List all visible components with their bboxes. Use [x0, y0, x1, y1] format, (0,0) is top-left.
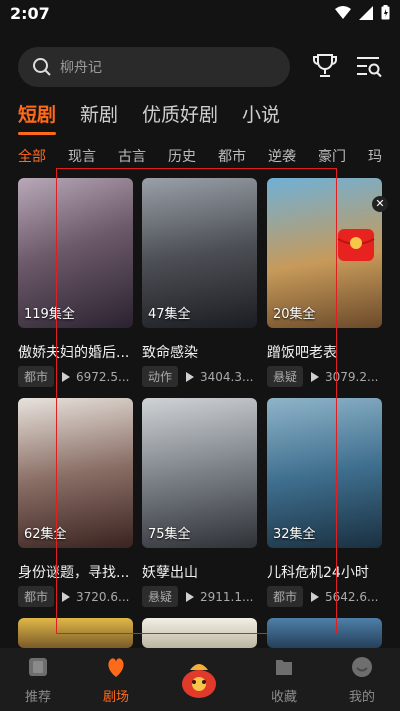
episode-count: 119集全 [24, 307, 75, 322]
close-icon[interactable]: ✕ [372, 196, 388, 212]
drama-poster[interactable] [18, 618, 133, 648]
genre-tab-more[interactable]: 玛 [368, 146, 382, 166]
play-count-icon [311, 591, 320, 602]
main-tabs: 短剧 新剧 优质好剧 小说 [18, 100, 304, 135]
search-icon [33, 58, 51, 76]
nav-recommend-label: 推荐 [24, 690, 51, 705]
signal-icon [359, 5, 373, 20]
play-count: 2911.1... [200, 589, 254, 604]
drama-title: 身份谜题，寻找... [18, 565, 130, 581]
drama-poster: 119集全 [18, 178, 133, 328]
genre-tab-modern-romance[interactable]: 现言 [68, 146, 96, 166]
drama-title: 儿科危机24小时 [267, 565, 369, 581]
drama-meta: 都市 5642.6... [267, 586, 378, 607]
drama-meta: 动作 3404.3... [142, 366, 253, 387]
drama-poster: 47集全 [142, 178, 257, 328]
drama-poster: 32集全 [267, 398, 382, 548]
status-time: 2:07 [10, 4, 50, 23]
tab-new-drama[interactable]: 新剧 [80, 100, 118, 127]
wifi-icon [335, 5, 351, 19]
category-filter-icon[interactable] [355, 54, 383, 80]
genre-tab-ancient-romance[interactable]: 古言 [118, 146, 146, 166]
nav-theater-label: 剧场 [102, 690, 129, 705]
nav-profile-label: 我的 [348, 690, 375, 705]
drama-meta: 都市 6972.5... [18, 366, 129, 387]
red-packet-icon[interactable] [334, 223, 378, 267]
bottom-nav: 推荐 剧场 收藏 我的 [0, 648, 400, 711]
status-bar: 2:07 [0, 0, 400, 28]
play-count: 3079.2... [325, 369, 379, 384]
genre-tag: 悬疑 [142, 586, 179, 607]
drama-meta: 悬疑 2911.1... [142, 586, 253, 607]
drama-poster: 75集全 [142, 398, 257, 548]
drama-title: 傲娇夫妇的婚后... [18, 345, 130, 361]
episode-count: 75集全 [148, 527, 191, 542]
episode-count: 47集全 [148, 307, 191, 322]
drama-poster[interactable] [267, 618, 382, 648]
play-count: 3404.3... [200, 369, 254, 384]
nav-favorites-label: 收藏 [270, 690, 297, 705]
drama-poster: 62集全 [18, 398, 133, 548]
episode-count: 32集全 [273, 527, 316, 542]
drama-meta: 悬疑 3079.2... [267, 366, 378, 387]
play-count-icon [311, 371, 320, 382]
genre-tab-all[interactable]: 全部 [18, 146, 46, 166]
theater-icon [108, 658, 124, 677]
genre-tag: 动作 [142, 366, 179, 387]
play-count-icon [62, 591, 71, 602]
tab-novel[interactable]: 小说 [242, 100, 280, 127]
lucky-bag-icon[interactable] [176, 654, 222, 700]
drama-title: 致命感染 [142, 345, 198, 361]
drama-meta: 都市 3720.6... [18, 586, 129, 607]
episode-count: 62集全 [24, 527, 67, 542]
battery-icon [381, 5, 390, 20]
genre-tag: 都市 [18, 586, 55, 607]
drama-title: 妖孽出山 [142, 565, 198, 581]
episode-count: 20集全 [273, 307, 316, 322]
favorites-icon [276, 660, 292, 675]
profile-icon [352, 657, 372, 677]
search-bar[interactable]: 柳舟记 [18, 47, 290, 87]
tab-short-drama[interactable]: 短剧 [18, 100, 57, 135]
genre-tag: 都市 [267, 586, 304, 607]
status-icons [335, 5, 390, 20]
genre-tab-history[interactable]: 历史 [168, 146, 196, 166]
genre-tag: 都市 [18, 366, 55, 387]
trophy-icon[interactable] [311, 52, 339, 80]
drama-title: 蹭饭吧老表 [267, 345, 337, 361]
app-root: 2:07 柳舟记 短剧 新剧 优质好剧 小说 全部 现言 古言 历史 都市 逆袭… [0, 0, 400, 711]
play-count-icon [62, 371, 71, 382]
search-placeholder: 柳舟记 [60, 60, 102, 76]
genre-tab-wealthy[interactable]: 豪门 [318, 146, 346, 166]
drama-poster[interactable] [142, 618, 257, 648]
tab-quality-drama[interactable]: 优质好剧 [142, 100, 218, 127]
play-count: 6972.5... [76, 369, 130, 384]
genre-tab-comeback[interactable]: 逆袭 [268, 146, 296, 166]
play-count-icon [186, 591, 195, 602]
recommend-icon [29, 658, 47, 676]
genre-tabs: 全部 现言 古言 历史 都市 逆袭 豪门 玛 [18, 146, 400, 166]
play-count: 3720.6... [76, 589, 130, 604]
genre-tab-urban[interactable]: 都市 [218, 146, 246, 166]
genre-tag: 悬疑 [267, 366, 304, 387]
play-count: 5642.6... [325, 589, 379, 604]
play-count-icon [186, 371, 195, 382]
